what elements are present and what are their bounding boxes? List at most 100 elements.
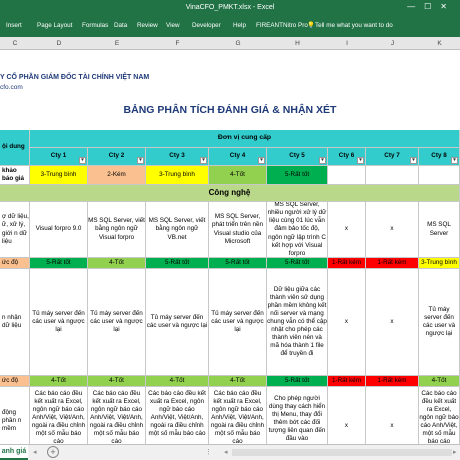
rating-cell[interactable]: 4-Tốt: [88, 376, 146, 387]
tab-nitro-pro[interactable]: Nitro Pro: [283, 22, 308, 29]
row-label-rating[interactable]: ức độ: [0, 376, 30, 387]
column-header-f[interactable]: F: [146, 40, 209, 47]
supplier-header-7[interactable]: Cty 7 ▾: [366, 148, 419, 166]
row-label-rating[interactable]: ức độ: [0, 258, 30, 269]
quote-rating-cell[interactable]: [366, 166, 419, 185]
rating-cell[interactable]: 3-Trung bình: [419, 258, 460, 269]
content-header-cell[interactable]: ội dung: [0, 130, 30, 166]
tab-developer[interactable]: Developer: [192, 22, 221, 29]
quote-rating-cell[interactable]: 5-Rất tốt: [267, 166, 328, 185]
tech-cell[interactable]: Các báo cáo đều kết xuất ra Excel, ngôn …: [419, 387, 460, 444]
row-label-data-transfer[interactable]: n nhận dữ liệu: [0, 269, 30, 376]
tech-cell[interactable]: x: [328, 387, 366, 444]
supplier-header-1[interactable]: Cty 1 ▾: [30, 148, 88, 166]
tech-cell[interactable]: Tủ máy server đến các user và ngược lại: [419, 269, 460, 376]
tech-cell[interactable]: x: [366, 269, 419, 376]
supplier-header-5[interactable]: Cty 5 ▾: [267, 148, 328, 166]
quote-rating-cell[interactable]: 2-Kém: [88, 166, 146, 185]
quote-rating-cell[interactable]: [328, 166, 366, 185]
tab-insert[interactable]: Insert: [6, 22, 22, 29]
tab-data[interactable]: Data: [114, 22, 127, 29]
rating-cell[interactable]: 5-Rất tốt: [267, 376, 328, 387]
column-header-e[interactable]: E: [88, 40, 146, 47]
rating-cell[interactable]: 1-Rất kém: [328, 376, 366, 387]
filter-dropdown-icon[interactable]: ▾: [357, 157, 364, 164]
filter-dropdown-icon[interactable]: ▾: [200, 157, 207, 164]
tab-review[interactable]: Review: [137, 22, 158, 29]
tech-cell[interactable]: Dữ liệu giữa các thành viên sử dụng phần…: [267, 269, 328, 376]
tech-cell[interactable]: Visual forpro 9.0: [30, 202, 88, 258]
tech-cell[interactable]: Tủ máy server đến các user và ngược lại: [209, 269, 267, 376]
supplier-group-header[interactable]: Đơn vị cung cấp: [30, 130, 460, 148]
tab-view[interactable]: View: [166, 22, 180, 29]
tech-cell[interactable]: Tủ máy server đến các user và ngược lại: [30, 269, 88, 376]
horizontal-scrollbar[interactable]: [232, 449, 452, 456]
rating-cell[interactable]: 5-Rất tốt: [146, 258, 209, 269]
tech-cell[interactable]: MS SQL Server, phát triển trên nền Visua…: [209, 202, 267, 258]
tab-formulas[interactable]: Formulas: [82, 22, 108, 29]
worksheet-grid[interactable]: Y CỔ PHẦN GIÁM ĐỐC TÀI CHÍNH VIỆT NAM cf…: [0, 50, 460, 444]
tech-cell[interactable]: MS SQL Server: [419, 202, 460, 258]
supplier-header-4[interactable]: Cty 4 ▾: [209, 148, 267, 166]
column-header-k[interactable]: K: [419, 40, 460, 47]
filter-dropdown-icon[interactable]: ▾: [258, 157, 265, 164]
row-label-software[interactable]: động phần n mềm: [0, 387, 30, 444]
scroll-left-icon[interactable]: ◂: [224, 448, 228, 456]
rating-cell[interactable]: 5-Rất tốt: [209, 258, 267, 269]
supplier-header-6[interactable]: Cty 6 ▾: [328, 148, 366, 166]
tab-help[interactable]: Help: [233, 22, 246, 29]
supplier-header-2[interactable]: Cty 2 ▾: [88, 148, 146, 166]
tech-cell[interactable]: Cho phép người dùng thay cách hiển thị M…: [267, 387, 328, 444]
tech-cell[interactable]: x: [366, 387, 419, 444]
column-header-j[interactable]: J: [366, 40, 419, 47]
filter-dropdown-icon[interactable]: ▾: [451, 157, 458, 164]
sheet-tab-evaluation[interactable]: anh giá: [0, 445, 28, 460]
row-label-database[interactable]: ợ dữ liệu, ữ, xử lý, giới n dữ liệu: [0, 202, 30, 258]
tech-cell[interactable]: x: [366, 202, 419, 258]
tab-fireant[interactable]: FIREANT: [256, 22, 283, 29]
filter-dropdown-icon[interactable]: ▾: [79, 157, 86, 164]
tech-cell[interactable]: Các báo cáo đều kết xuất ra Excel, ngôn …: [209, 387, 267, 444]
quote-rating-cell[interactable]: 3-Trung bình: [146, 166, 209, 185]
column-header-d[interactable]: D: [30, 40, 88, 47]
scroll-right-icon[interactable]: ▸: [453, 448, 457, 456]
supplier-header-8[interactable]: Cty 8 ▾: [419, 148, 460, 166]
tell-me-search[interactable]: Tell me what you want to do: [315, 22, 393, 29]
tech-cell[interactable]: x: [328, 269, 366, 376]
tech-cell[interactable]: Các báo cáo đều kết xuất ra Excel, ngôn …: [30, 387, 88, 444]
row-label-quote-survey[interactable]: khảo báo giá: [0, 166, 30, 185]
rating-cell[interactable]: 4-Tốt: [209, 376, 267, 387]
rating-cell[interactable]: 1-Rất kém: [366, 376, 419, 387]
supplier-header-3[interactable]: Cty 3 ▾: [146, 148, 209, 166]
rating-cell[interactable]: 5-Rất tốt: [30, 258, 88, 269]
column-header-h[interactable]: H: [267, 40, 328, 47]
tab-page-layout[interactable]: Page Layout: [37, 22, 72, 29]
window-controls[interactable]: —☐✕: [407, 2, 456, 11]
rating-cell[interactable]: 5-Rất tốt: [267, 258, 328, 269]
tech-cell[interactable]: Tủ máy server đến các user và ngược lại: [88, 269, 146, 376]
rating-cell[interactable]: 4-Tốt: [146, 376, 209, 387]
filter-dropdown-icon[interactable]: ▾: [410, 157, 417, 164]
rating-cell[interactable]: 4-Tốt: [30, 376, 88, 387]
rating-cell[interactable]: 1-Rất kém: [366, 258, 419, 269]
tech-cell[interactable]: MS SQL Server, nhiều người xử lý dữ liệu…: [267, 202, 328, 258]
column-header-g[interactable]: G: [209, 40, 267, 47]
column-header-i[interactable]: I: [328, 40, 366, 47]
quote-rating-cell[interactable]: [419, 166, 460, 185]
tech-cell[interactable]: MS SQL Server, viết bằng ngôn ngữ Visual…: [88, 202, 146, 258]
tech-cell[interactable]: x: [328, 202, 366, 258]
tech-cell[interactable]: MS SQL Server, viết bằng ngôn ngữ VB.net: [146, 202, 209, 258]
quote-rating-cell[interactable]: 4-Tốt: [209, 166, 267, 185]
add-sheet-button[interactable]: +: [47, 446, 59, 458]
rating-cell[interactable]: 4-Tốt: [419, 376, 460, 387]
tech-cell[interactable]: Các báo cáo đều kết xuất ra Excel, ngôn …: [88, 387, 146, 444]
quote-rating-cell[interactable]: 3-Trung bình: [30, 166, 88, 185]
more-options-icon[interactable]: ⋮: [205, 448, 212, 456]
rating-cell[interactable]: 4-Tốt: [88, 258, 146, 269]
filter-dropdown-icon[interactable]: ▾: [137, 157, 144, 164]
section-header-technology[interactable]: Công nghệ: [0, 185, 460, 202]
rating-cell[interactable]: 1-Rất kém: [328, 258, 366, 269]
filter-dropdown-icon[interactable]: ▾: [319, 157, 326, 164]
tech-cell[interactable]: Các báo cáo đều kết xuất ra Excel, ngôn …: [146, 387, 209, 444]
tech-cell[interactable]: Tủ máy server đến các user và ngược lại: [146, 269, 209, 376]
